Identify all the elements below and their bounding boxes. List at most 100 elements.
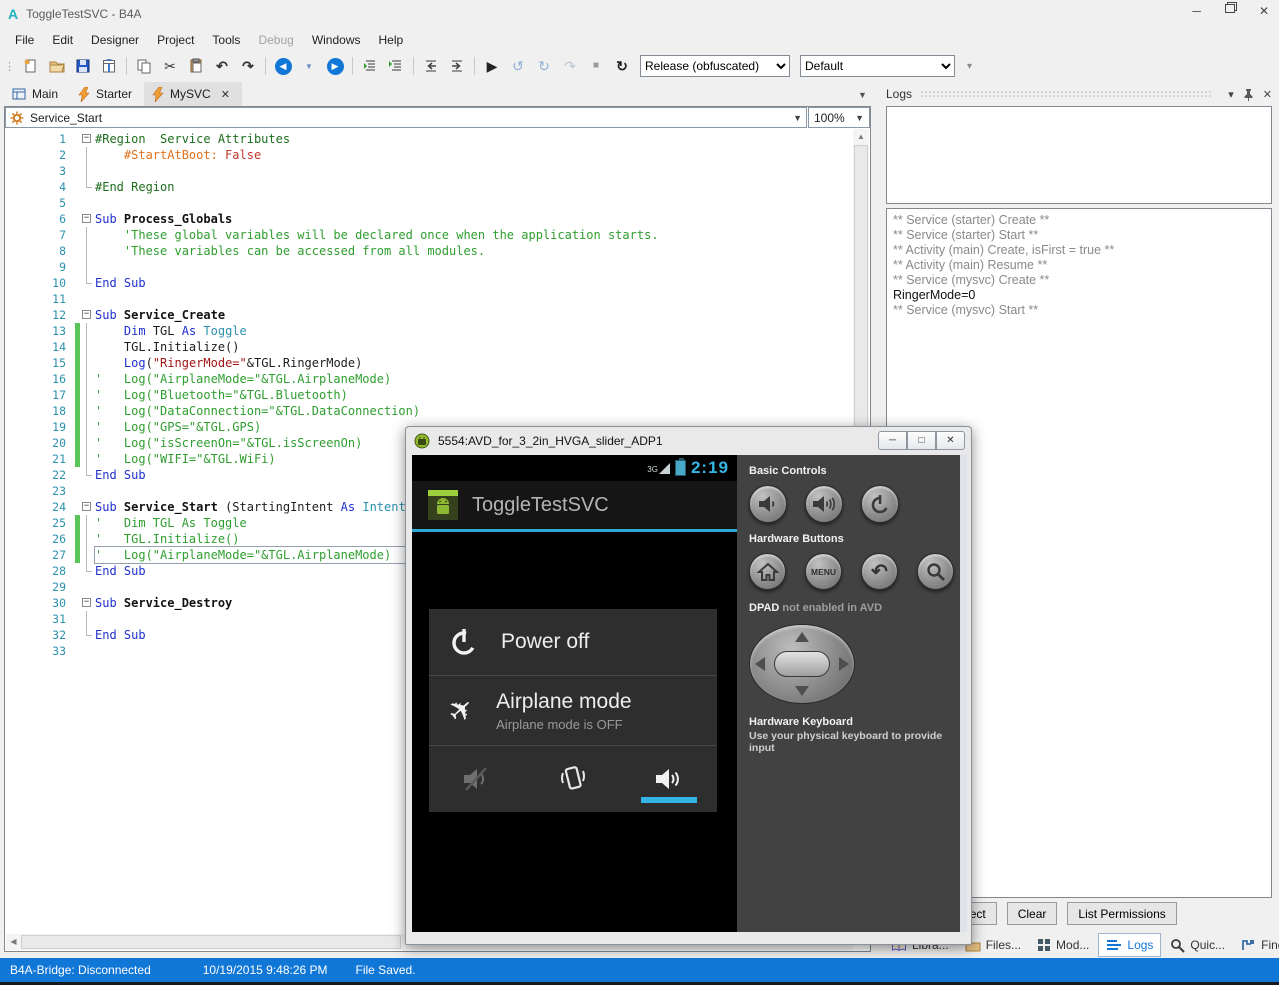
resume-icon[interactable]: ↺: [506, 55, 530, 77]
line-number[interactable]: 17: [5, 387, 75, 403]
dpad-right-icon[interactable]: [839, 657, 849, 671]
tool-tab-quic[interactable]: Quic...: [1163, 934, 1232, 957]
menu-project[interactable]: Project: [148, 29, 203, 51]
tool-tab-mod[interactable]: Mod...: [1030, 934, 1096, 956]
step-over-icon[interactable]: ↷: [558, 55, 582, 77]
list-permissions-button[interactable]: List Permissions: [1067, 902, 1176, 925]
restart-icon[interactable]: ↻: [610, 55, 634, 77]
back-dropdown-icon[interactable]: ▼: [297, 55, 321, 77]
tool-tab-logs[interactable]: Logs: [1098, 933, 1161, 957]
redo-icon[interactable]: ↷: [236, 55, 260, 77]
sub-navigator-combobox[interactable]: Service_Start ▼: [5, 107, 807, 128]
fold-gutter[interactable]: −: [80, 307, 95, 323]
line-number[interactable]: 32: [5, 627, 75, 643]
pin-icon[interactable]: [1243, 88, 1254, 101]
scroll-left-icon[interactable]: ◀: [6, 934, 21, 950]
back-button[interactable]: ↶: [861, 553, 898, 590]
clear-button[interactable]: Clear: [1007, 902, 1058, 925]
collapse-region-icon[interactable]: −: [82, 214, 91, 223]
dpad-down-icon[interactable]: [795, 686, 809, 696]
line-number[interactable]: 3: [5, 163, 75, 179]
power-button[interactable]: [861, 485, 899, 523]
silent-mode-button[interactable]: [429, 746, 525, 812]
package-icon[interactable]: [97, 55, 121, 77]
line-number[interactable]: 2: [5, 147, 75, 163]
collapse-region-icon[interactable]: −: [82, 134, 91, 143]
collapse-region-icon[interactable]: −: [82, 598, 91, 607]
open-folder-icon[interactable]: [45, 55, 69, 77]
dpad-up-icon[interactable]: [795, 632, 809, 642]
shift-left-icon[interactable]: [419, 55, 443, 77]
line-number[interactable]: 19: [5, 419, 75, 435]
module-filter-select[interactable]: Default: [800, 55, 955, 77]
line-number[interactable]: 27: [5, 547, 75, 563]
paste-icon[interactable]: [184, 55, 208, 77]
menu-edit[interactable]: Edit: [43, 29, 82, 51]
home-button[interactable]: [749, 553, 786, 590]
line-number[interactable]: 20: [5, 435, 75, 451]
dpad-left-icon[interactable]: [755, 657, 765, 671]
run-icon[interactable]: ▶: [480, 55, 504, 77]
emulator-maximize-button[interactable]: □: [907, 431, 936, 450]
line-number[interactable]: 26: [5, 531, 75, 547]
reformat-code-icon[interactable]: [358, 55, 382, 77]
line-number[interactable]: 14: [5, 339, 75, 355]
scroll-up-icon[interactable]: ▲: [853, 129, 869, 144]
close-panel-icon[interactable]: ✕: [1263, 88, 1272, 101]
fold-gutter[interactable]: −: [80, 499, 95, 515]
search-button[interactable]: [917, 553, 954, 590]
line-number[interactable]: 29: [5, 579, 75, 595]
line-number[interactable]: 21: [5, 451, 75, 467]
dpad-control[interactable]: [749, 624, 855, 704]
comment-code-icon[interactable]: [384, 55, 408, 77]
toolbar-grip[interactable]: ⋮: [4, 60, 13, 73]
line-number[interactable]: 33: [5, 643, 75, 659]
navigate-forward-icon[interactable]: ▶: [323, 55, 347, 77]
line-number[interactable]: 28: [5, 563, 75, 579]
control-panel-scrollbar[interactable]: [960, 455, 967, 932]
menu-tools[interactable]: Tools: [203, 29, 249, 51]
line-number[interactable]: 6: [5, 211, 75, 227]
fold-gutter[interactable]: −: [80, 595, 95, 611]
line-number[interactable]: 25: [5, 515, 75, 531]
line-number[interactable]: 15: [5, 355, 75, 371]
line-number[interactable]: 16: [5, 371, 75, 387]
line-number[interactable]: 23: [5, 483, 75, 499]
minimize-button[interactable]: ─: [1192, 4, 1201, 18]
fold-gutter[interactable]: −: [80, 131, 95, 147]
phone-screen[interactable]: 3G 2:19 ToggleTestSVC Power off ✈ Airpla: [412, 455, 737, 932]
sound-on-button[interactable]: [621, 746, 717, 812]
panel-menu-icon[interactable]: ▾: [1228, 88, 1234, 101]
volume-up-button[interactable]: [805, 485, 843, 523]
logs-device-box[interactable]: [886, 106, 1272, 204]
line-number[interactable]: 7: [5, 227, 75, 243]
line-number[interactable]: 4: [5, 179, 75, 195]
volume-down-button[interactable]: [749, 485, 787, 523]
menu-designer[interactable]: Designer: [82, 29, 148, 51]
cut-icon[interactable]: ✂: [158, 55, 182, 77]
menu-windows[interactable]: Windows: [303, 29, 370, 51]
line-number[interactable]: 9: [5, 259, 75, 275]
save-icon[interactable]: [71, 55, 95, 77]
close-button[interactable]: ✕: [1259, 4, 1269, 18]
tab-main[interactable]: Main: [4, 82, 70, 106]
line-number[interactable]: 8: [5, 243, 75, 259]
tab-starter[interactable]: Starter: [70, 82, 144, 106]
build-configuration-select[interactable]: Release (obfuscated): [640, 55, 790, 77]
close-tab-icon[interactable]: ✕: [221, 88, 230, 101]
tool-tab-find[interactable]: Find...: [1234, 934, 1279, 956]
emulator-minimize-button[interactable]: ─: [878, 431, 907, 450]
shift-right-icon[interactable]: [445, 55, 469, 77]
dpad-center-button[interactable]: [774, 651, 830, 677]
editor-zoom-combobox[interactable]: 100% ▼: [808, 107, 870, 128]
line-number[interactable]: 22: [5, 467, 75, 483]
line-number[interactable]: 24: [5, 499, 75, 515]
fold-gutter[interactable]: −: [80, 211, 95, 227]
menu-button[interactable]: MENU: [805, 553, 842, 590]
collapse-region-icon[interactable]: −: [82, 310, 91, 319]
line-number[interactable]: 1: [5, 131, 75, 147]
airplane-mode-option[interactable]: ✈ Airplane mode Airplane mode is OFF: [429, 676, 717, 746]
collapse-region-icon[interactable]: −: [82, 502, 91, 511]
line-number[interactable]: 11: [5, 291, 75, 307]
new-file-icon[interactable]: [19, 55, 43, 77]
